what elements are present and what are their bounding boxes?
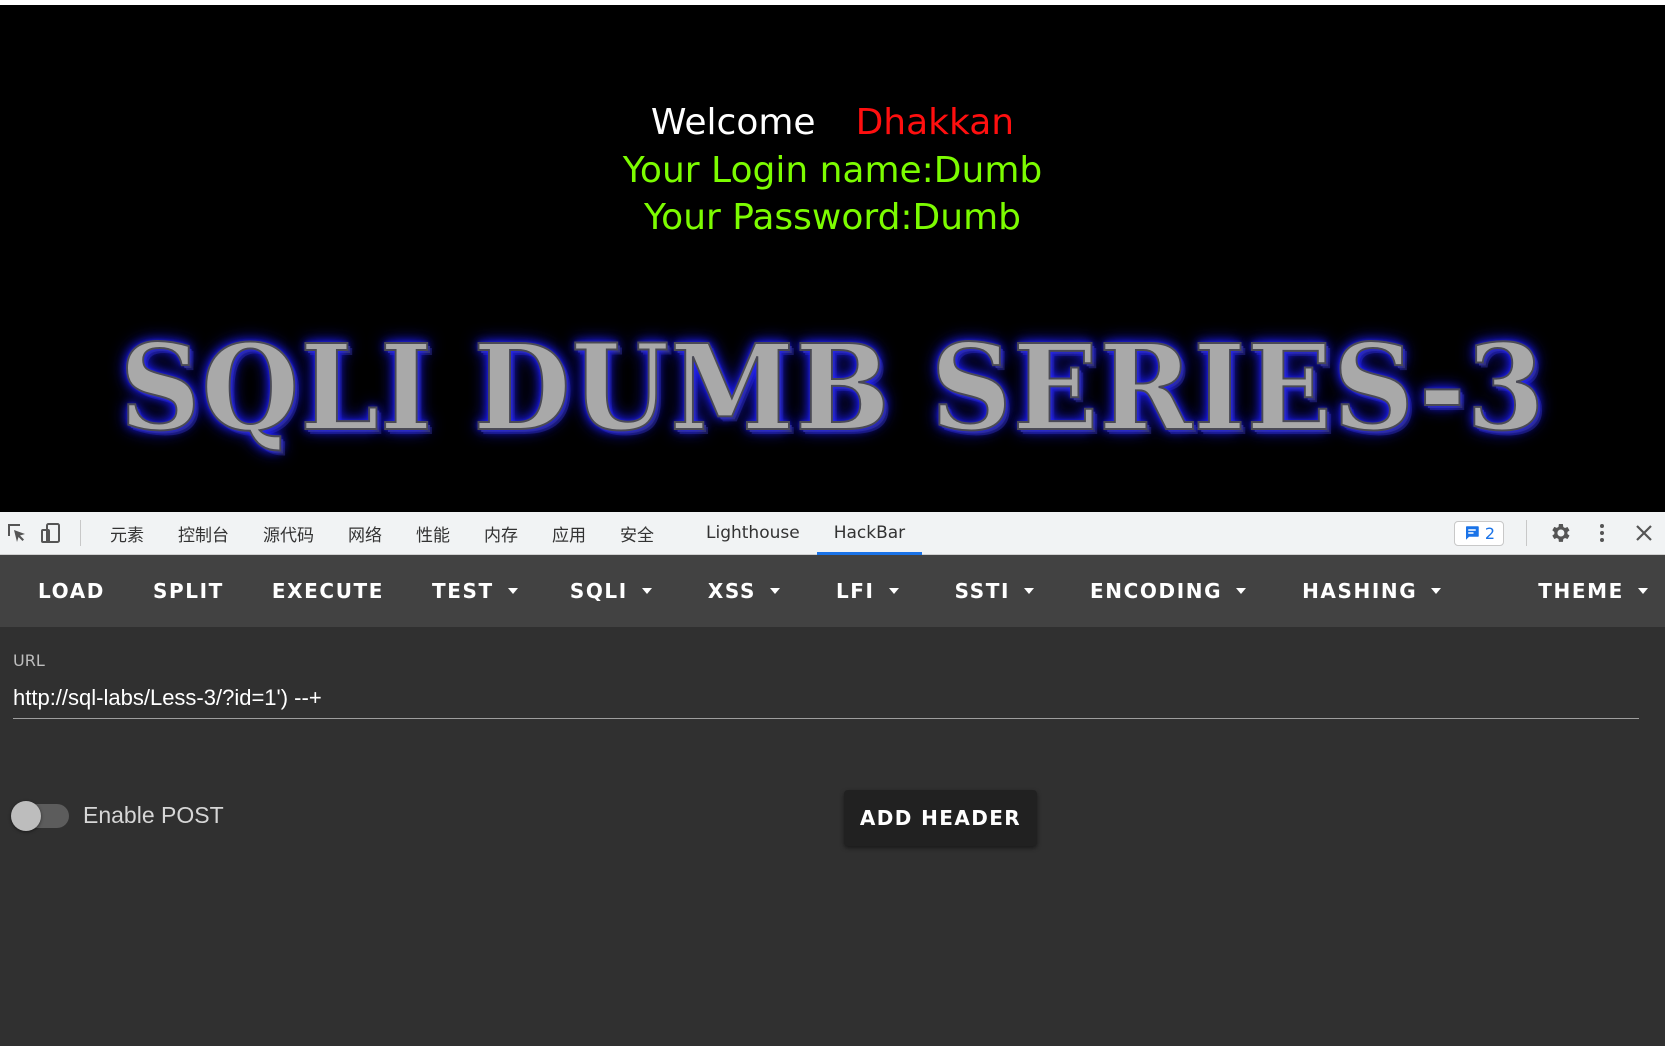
chevron-down-icon [641,588,652,594]
more-vert-icon[interactable] [1585,516,1619,550]
toggle-thumb[interactable] [11,800,41,831]
test-menu-button[interactable]: TEST [403,555,537,627]
password-text: Your Password:Dumb [643,197,1022,238]
theme-menu-button[interactable]: THEME [1460,555,1665,627]
split-label: SPLIT [152,579,224,603]
execute-button[interactable]: EXECUTE [243,555,403,627]
load-button[interactable]: LOAD [0,555,124,627]
tab-performance[interactable]: 性能 [399,512,467,555]
tab-elements[interactable]: 元素 [93,512,161,555]
welcome-line: Welcome Dhakkan [0,100,1665,146]
devtools-right-controls: 2 [1453,512,1665,555]
enable-post-label: Enable POST [83,802,224,828]
xss-label: XSS [707,579,756,603]
ssti-label: SSTI [954,579,1011,603]
tab-application[interactable]: 应用 [535,512,603,555]
hackbar-body: URL Enable POST ADD HEADER [0,627,1665,1046]
devtools-tab-strip: 元素 控制台 源代码 网络 性能 内存 应用 安全 Lighthouse Hac… [0,512,1665,555]
close-icon[interactable] [1627,516,1661,550]
inspect-icon[interactable] [0,516,34,550]
xss-menu-button[interactable]: XSS [671,555,799,627]
chevron-down-icon [1637,588,1648,594]
tab-security[interactable]: 安全 [603,512,671,555]
gear-icon[interactable] [1543,516,1577,550]
chevron-down-icon [1024,588,1035,594]
url-label: URL [13,651,45,670]
chevron-down-icon [1236,588,1247,594]
tab-sources[interactable]: 源代码 [246,512,331,555]
chevron-down-icon [888,588,899,594]
sqli-label: SQLI [569,579,628,603]
encoding-menu-button[interactable]: ENCODING [1053,555,1265,627]
split-button[interactable]: SPLIT [124,555,243,627]
theme-label: THEME [1538,579,1624,603]
tab-memory[interactable]: 内存 [467,512,535,555]
devtools-divider [80,520,81,546]
hashing-label: HASHING [1302,579,1418,603]
welcome-text: Welcome [650,102,816,143]
tab-console[interactable]: 控制台 [161,512,246,555]
ssti-menu-button[interactable]: SSTI [918,555,1053,627]
issues-badge[interactable]: 2 [1453,520,1504,546]
execute-label: EXECUTE [271,579,385,603]
url-input[interactable] [13,677,1639,719]
lfi-label: LFI [835,579,875,603]
tab-network[interactable]: 网络 [331,512,399,555]
issues-count: 2 [1484,523,1495,543]
login-name-text: Your Login name:Dumb [622,150,1043,191]
device-toolbar-icon[interactable] [34,516,68,550]
hashing-menu-button[interactable]: HASHING [1265,555,1460,627]
tab-hackbar[interactable]: HackBar [816,512,923,555]
encoding-label: ENCODING [1090,579,1223,603]
page-viewport: Welcome Dhakkan Your Login name:Dumb Your… [0,0,1665,512]
chevron-down-icon [769,588,780,594]
issues-icon [1465,526,1479,540]
chevron-down-icon [1431,588,1442,594]
welcome-username: Dhakkan [855,102,1015,143]
sqli-menu-button[interactable]: SQLI [551,555,671,627]
test-label: TEST [432,579,494,603]
add-header-button[interactable]: ADD HEADER [844,790,1037,846]
add-header-label: ADD HEADER [859,806,1022,830]
tab-lighthouse[interactable]: Lighthouse [689,512,817,555]
enable-post-toggle[interactable]: Enable POST [11,800,224,831]
hackbar-toolbar: LOAD SPLIT EXECUTE TEST SQLI XSS LFI SST… [0,555,1665,627]
series-banner: SQLI DUMB SERIES-3 [119,318,1546,457]
load-label: LOAD [38,579,105,603]
chevron-down-icon [507,588,518,594]
devtools-divider-right [1526,520,1527,546]
lfi-menu-button[interactable]: LFI [799,555,918,627]
toggle-track[interactable] [11,800,69,831]
